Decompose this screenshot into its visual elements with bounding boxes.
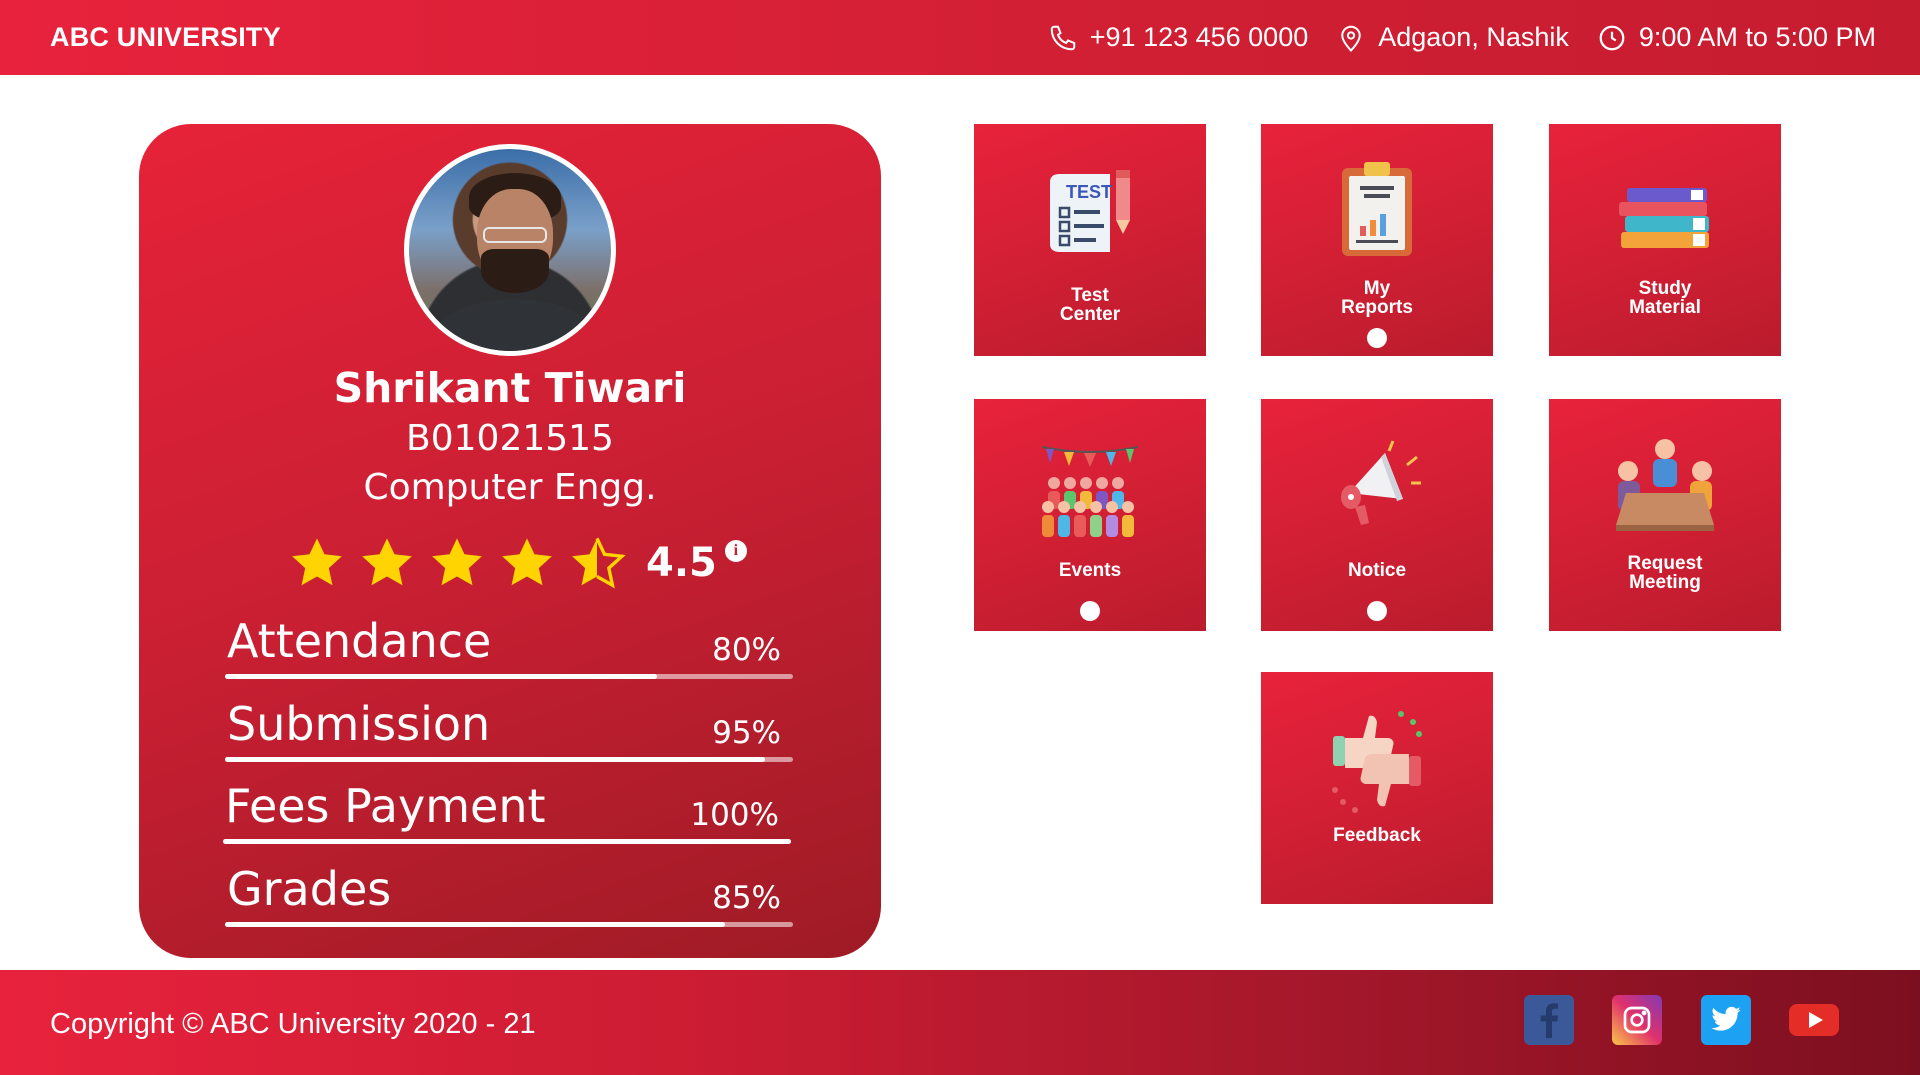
star-icon bbox=[432, 538, 482, 586]
phone-contact[interactable]: +91 123 456 0000 bbox=[1048, 22, 1308, 53]
meeting-icon bbox=[1616, 439, 1714, 531]
top-bar: ABC UNIVERSITY +91 123 456 0000 Adgaon, … bbox=[0, 0, 1920, 75]
star-icon bbox=[362, 538, 412, 586]
tile-label: Study Material bbox=[1629, 278, 1701, 318]
tile-study-material[interactable]: Study Material bbox=[1549, 124, 1781, 356]
tile-label: My Reports bbox=[1341, 278, 1413, 318]
notification-dot bbox=[1367, 328, 1387, 348]
twitter-link[interactable] bbox=[1701, 995, 1751, 1045]
copyright-text: Copyright © ABC University 2020 - 21 bbox=[50, 1008, 536, 1040]
avatar[interactable] bbox=[404, 144, 616, 356]
progress-track bbox=[223, 839, 791, 844]
progress-fill bbox=[225, 674, 657, 679]
rating: 4.5 i bbox=[286, 534, 747, 592]
tile-label: Test Center bbox=[1059, 285, 1121, 325]
metric-submission: Submission 95% bbox=[225, 697, 793, 767]
facebook-icon bbox=[1540, 1003, 1559, 1038]
department: Computer Engg. bbox=[363, 467, 657, 508]
report-clipboard-icon bbox=[1342, 162, 1412, 256]
half-star-icon bbox=[572, 537, 626, 589]
location-pin-icon bbox=[1341, 25, 1361, 52]
svg-text:TEST: TEST bbox=[1066, 182, 1112, 202]
star-icon bbox=[292, 538, 342, 586]
tile-my-reports[interactable]: My Reports bbox=[1261, 124, 1493, 356]
location-text: Adgaon, Nashik bbox=[1378, 22, 1569, 52]
progress-track bbox=[225, 757, 793, 762]
instagram-icon bbox=[1623, 1006, 1651, 1034]
phone-number: +91 123 456 0000 bbox=[1089, 22, 1309, 52]
tile-test-center[interactable]: TEST Test Center bbox=[974, 124, 1206, 356]
star-icon bbox=[502, 538, 552, 586]
books-icon bbox=[1619, 188, 1709, 248]
progress-track bbox=[225, 674, 793, 679]
metric-value: 100% bbox=[690, 797, 779, 833]
metric-attendance: Attendance 80% bbox=[225, 614, 793, 684]
location-contact[interactable]: Adgaon, Nashik bbox=[1336, 22, 1569, 53]
contact-info: +91 123 456 0000 Adgaon, Nashik 9:00 AM … bbox=[1048, 0, 1876, 75]
tile-events[interactable]: Events bbox=[974, 399, 1206, 631]
info-icon[interactable]: i bbox=[724, 540, 747, 562]
tile-label: Events bbox=[1058, 560, 1122, 581]
progress-fill bbox=[225, 757, 765, 762]
test-sheet-icon: TEST bbox=[1050, 170, 1130, 252]
profile-card: Shrikant Tiwari B01021515 Computer Engg.… bbox=[139, 124, 881, 958]
notification-dot bbox=[1367, 601, 1387, 621]
instagram-link[interactable] bbox=[1612, 995, 1662, 1045]
progress-fill bbox=[225, 922, 725, 927]
hours-info: 9:00 AM to 5:00 PM bbox=[1597, 22, 1876, 53]
hours-text: 9:00 AM to 5:00 PM bbox=[1638, 22, 1876, 52]
progress-track bbox=[225, 922, 793, 927]
metric-value: 80% bbox=[712, 632, 781, 668]
metric-fees-payment: Fees Payment 100% bbox=[223, 779, 791, 849]
metric-label: Fees Payment bbox=[225, 779, 546, 833]
metric-value: 95% bbox=[712, 715, 781, 751]
rating-score: 4.5 bbox=[646, 540, 717, 586]
phone-icon bbox=[1050, 25, 1076, 50]
metric-label: Submission bbox=[227, 697, 491, 751]
metric-value: 85% bbox=[712, 880, 781, 916]
tile-label: Notice bbox=[1347, 560, 1407, 581]
tile-feedback[interactable]: Feedback bbox=[1261, 672, 1493, 904]
thumbs-feedback-icon bbox=[1332, 711, 1422, 813]
metric-label: Grades bbox=[227, 862, 392, 916]
youtube-icon bbox=[1789, 1004, 1839, 1036]
tile-label: Feedback bbox=[1333, 825, 1421, 846]
twitter-icon bbox=[1711, 1006, 1741, 1031]
metric-grades: Grades 85% bbox=[225, 862, 793, 932]
tile-request-meeting[interactable]: Request Meeting bbox=[1549, 399, 1781, 631]
tile-label: Request Meeting bbox=[1627, 553, 1703, 593]
facebook-link[interactable] bbox=[1524, 995, 1574, 1045]
crowd-event-icon bbox=[1041, 446, 1139, 537]
brand-title[interactable]: ABC UNIVERSITY bbox=[50, 22, 281, 53]
student-name: Shrikant Tiwari bbox=[333, 364, 687, 412]
notification-dot bbox=[1080, 601, 1100, 621]
clock-icon bbox=[1599, 25, 1625, 50]
student-id: B01021515 bbox=[406, 418, 614, 459]
metric-label: Attendance bbox=[227, 614, 492, 668]
tile-notice[interactable]: Notice bbox=[1261, 399, 1493, 631]
megaphone-icon bbox=[1341, 440, 1421, 525]
progress-fill bbox=[223, 839, 791, 844]
youtube-link[interactable] bbox=[1789, 995, 1839, 1045]
